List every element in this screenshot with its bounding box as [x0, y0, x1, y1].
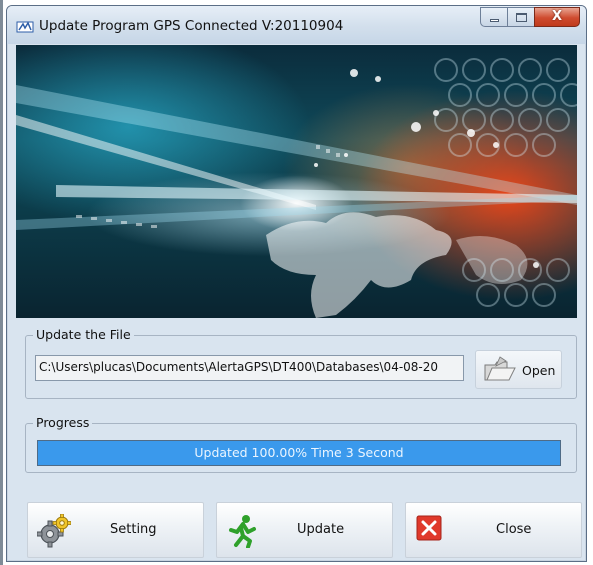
update-program-window: Update Program GPS Connected V:20110904 … [6, 5, 587, 562]
close-button[interactable]: Close [405, 502, 582, 558]
minimize-icon [490, 19, 499, 22]
window-close-button[interactable]: X [534, 7, 580, 27]
update-file-group: Update the File C:\Users\plucas\Document… [25, 327, 577, 399]
update-file-group-label: Update the File [33, 327, 134, 342]
close-button-label: Close [496, 522, 532, 537]
progress-group: Progress Updated 100.00% Time 3 Second [25, 415, 577, 473]
setting-button-label: Setting [110, 522, 157, 537]
maximize-icon [516, 13, 527, 22]
gears-icon [36, 513, 72, 552]
open-button[interactable]: Open [475, 350, 562, 389]
progress-group-label: Progress [33, 415, 93, 430]
window-title: Update Program GPS Connected V:20110904 [39, 18, 344, 34]
caption-buttons: X [480, 7, 580, 29]
title-bar[interactable]: Update Program GPS Connected V:20110904 … [7, 6, 586, 44]
setting-button[interactable]: Setting [27, 502, 204, 558]
app-update-icon [16, 19, 34, 33]
banner-image [16, 45, 577, 318]
progress-status-text: Updated 100.00% Time 3 Second [194, 445, 404, 460]
file-path-field[interactable]: C:\Users\plucas\Documents\AlertaGPS\DT40… [35, 355, 464, 381]
progress-bar: Updated 100.00% Time 3 Second [37, 440, 561, 466]
running-man-icon [226, 514, 260, 552]
minimize-button[interactable] [480, 7, 507, 27]
background-window-edge [0, 0, 3, 565]
open-folder-icon [482, 356, 518, 388]
close-x-icon: X [551, 9, 563, 24]
open-button-label: Open [522, 363, 556, 378]
maximize-button[interactable] [507, 7, 534, 27]
update-button[interactable]: Update [216, 502, 393, 558]
update-button-label: Update [297, 522, 345, 537]
red-x-icon [415, 514, 443, 546]
